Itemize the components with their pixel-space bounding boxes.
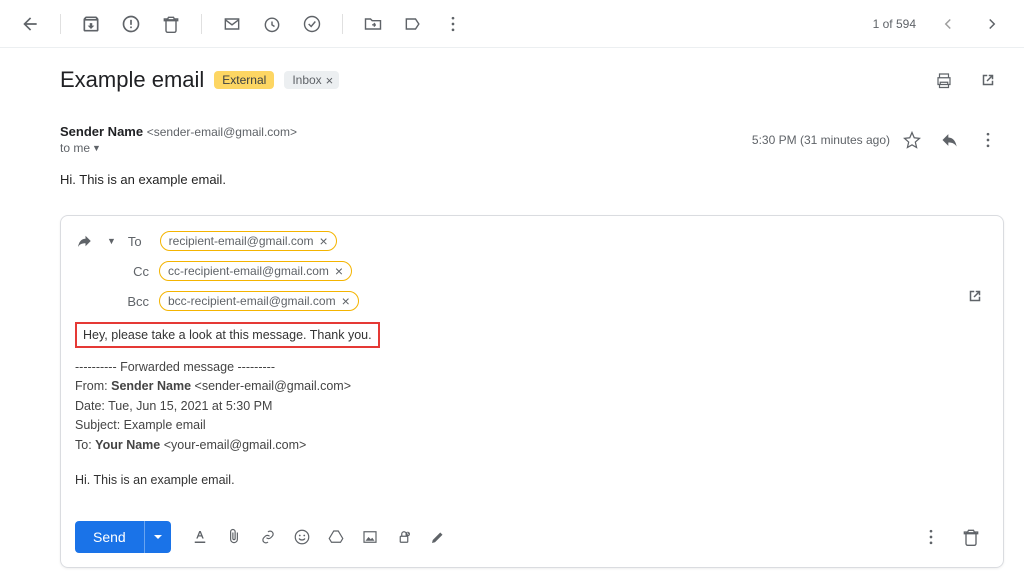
fwd-from-email: <sender-email@gmail.com> — [195, 379, 352, 393]
add-task-icon[interactable] — [294, 6, 330, 42]
forwarded-body[interactable]: Hi. This is an example email. — [75, 473, 989, 487]
thread-count: 1 of 594 — [873, 17, 916, 31]
snooze-icon[interactable] — [254, 6, 290, 42]
sender-name: Sender Name — [60, 124, 143, 139]
inbox-badge-remove-icon[interactable]: × — [326, 74, 334, 87]
forwarded-header-block[interactable]: ---------- Forwarded message --------- F… — [75, 358, 989, 455]
message-more-icon[interactable] — [972, 124, 1004, 156]
mark-unread-icon[interactable] — [214, 6, 250, 42]
recipient-summary[interactable]: to me ▼ — [60, 141, 297, 155]
compose-send-row: Send — [75, 509, 989, 567]
fwd-subject-label: Subject: — [75, 418, 120, 432]
separator — [342, 14, 343, 34]
newer-icon[interactable] — [928, 4, 968, 44]
formatting-toolbar — [185, 522, 453, 552]
move-to-icon[interactable] — [355, 6, 391, 42]
formatting-options-icon[interactable] — [185, 522, 215, 552]
to-chip[interactable]: recipient-email@gmail.com × — [160, 231, 337, 251]
compose-popout-icon[interactable] — [957, 278, 993, 314]
insert-drive-icon[interactable] — [321, 522, 351, 552]
compose-cc-row: Cc cc-recipient-email@gmail.com × — [75, 256, 989, 286]
insert-photo-icon[interactable] — [355, 522, 385, 552]
cc-chip[interactable]: cc-recipient-email@gmail.com × — [159, 261, 352, 281]
to-chip-remove-icon[interactable]: × — [320, 234, 328, 248]
archive-icon[interactable] — [73, 6, 109, 42]
insert-signature-icon[interactable] — [423, 522, 453, 552]
compose-panel: ▼ To recipient-email@gmail.com × Cc cc-r… — [60, 215, 1004, 568]
to-chip-text: recipient-email@gmail.com — [169, 234, 314, 248]
subject-text: Example email — [60, 67, 204, 93]
confidential-mode-icon[interactable] — [389, 522, 419, 552]
message-content: Example email External Inbox × Sender Na… — [0, 48, 1024, 580]
to-label: To — [128, 234, 142, 249]
compose-to-row: ▼ To recipient-email@gmail.com × — [75, 226, 989, 256]
more-icon[interactable] — [435, 6, 471, 42]
cc-chip-remove-icon[interactable]: × — [335, 264, 343, 278]
open-new-window-icon[interactable] — [972, 64, 1004, 96]
reply-icon[interactable] — [934, 124, 966, 156]
subject-row: Example email External Inbox × — [60, 64, 1004, 96]
recipient-summary-text: to me — [60, 141, 90, 155]
sender-email: <sender-email@gmail.com> — [147, 125, 297, 139]
fwd-to-label: To: — [75, 438, 92, 452]
message-header: Sender Name <sender-email@gmail.com> to … — [60, 124, 1004, 156]
labels-icon[interactable] — [395, 6, 431, 42]
forward-mode-icon[interactable] — [75, 232, 93, 250]
bcc-label: Bcc — [113, 294, 149, 309]
inbox-badge-label: Inbox — [292, 73, 321, 87]
compose-mode-dropdown-icon[interactable]: ▼ — [107, 236, 116, 246]
fwd-date-label: Date: — [75, 399, 105, 413]
fwd-from-name: Sender Name — [111, 379, 191, 393]
attach-file-icon[interactable] — [219, 522, 249, 552]
insert-emoji-icon[interactable] — [287, 522, 317, 552]
fwd-to-email: <your-email@gmail.com> — [164, 438, 307, 452]
older-icon[interactable] — [972, 4, 1012, 44]
send-button-label[interactable]: Send — [75, 521, 144, 553]
discard-draft-icon[interactable] — [953, 519, 989, 555]
inbox-badge[interactable]: Inbox × — [284, 71, 339, 89]
top-toolbar: 1 of 594 — [0, 0, 1024, 48]
forwarded-divider: ---------- Forwarded message --------- — [75, 358, 989, 377]
bcc-chip-remove-icon[interactable]: × — [342, 294, 350, 308]
separator — [60, 14, 61, 34]
expand-details-icon[interactable]: ▼ — [92, 143, 101, 153]
send-options-dropdown-icon[interactable] — [144, 521, 171, 553]
fwd-to-name: Your Name — [95, 438, 160, 452]
delete-icon[interactable] — [153, 6, 189, 42]
send-button[interactable]: Send — [75, 521, 171, 553]
message-timestamp: 5:30 PM (31 minutes ago) — [752, 133, 890, 147]
compose-more-icon[interactable] — [913, 519, 949, 555]
compose-annotation-highlight[interactable]: Hey, please take a look at this message.… — [75, 322, 380, 348]
print-icon[interactable] — [928, 64, 960, 96]
back-icon[interactable] — [12, 6, 48, 42]
spam-icon[interactable] — [113, 6, 149, 42]
compose-bcc-row: Bcc bcc-recipient-email@gmail.com × — [75, 286, 989, 316]
insert-link-icon[interactable] — [253, 522, 283, 552]
separator — [201, 14, 202, 34]
fwd-subject-value: Example email — [124, 418, 206, 432]
external-badge: External — [214, 71, 274, 89]
cc-label: Cc — [113, 264, 149, 279]
message-body: Hi. This is an example email. — [60, 172, 1004, 187]
fwd-from-label: From: — [75, 379, 108, 393]
bcc-chip[interactable]: bcc-recipient-email@gmail.com × — [159, 291, 359, 311]
bcc-chip-text: bcc-recipient-email@gmail.com — [168, 294, 336, 308]
fwd-date-value: Tue, Jun 15, 2021 at 5:30 PM — [108, 399, 272, 413]
star-icon[interactable] — [896, 124, 928, 156]
cc-chip-text: cc-recipient-email@gmail.com — [168, 264, 329, 278]
